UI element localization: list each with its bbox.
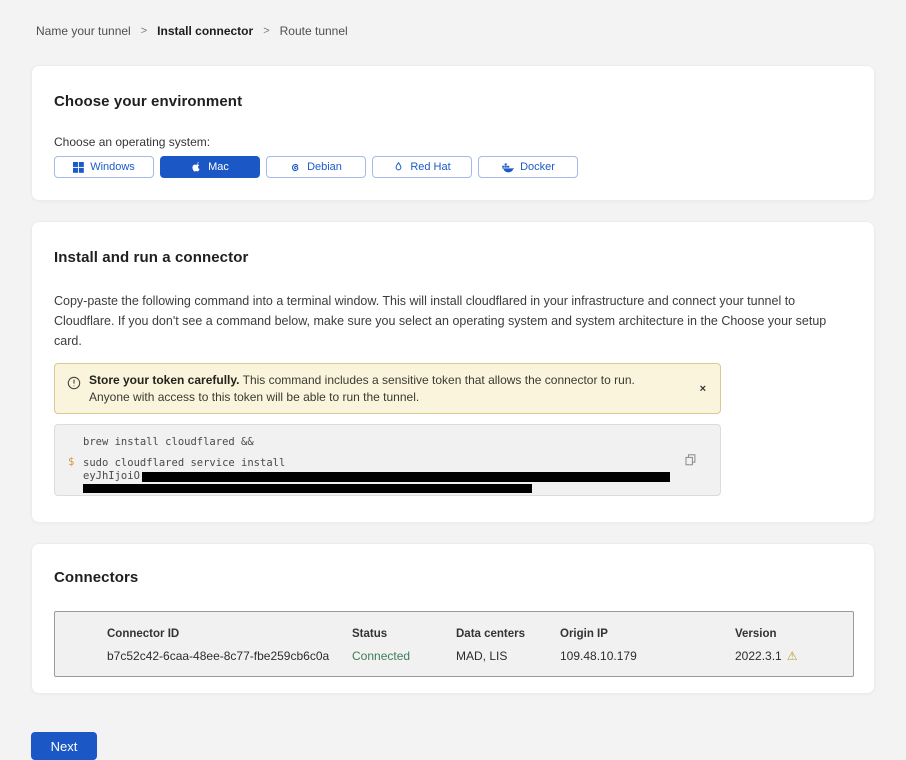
breadcrumb-separator: > xyxy=(141,25,147,37)
environment-card-title: Choose your environment xyxy=(54,92,852,111)
warning-triangle-icon: ⚠ xyxy=(787,650,798,662)
choose-environment-card: Choose your environment Choose an operat… xyxy=(31,65,875,201)
column-header-origin-ip: Origin IP xyxy=(560,628,735,640)
docker-logo-icon xyxy=(501,162,514,173)
column-header-data-centers: Data centers xyxy=(456,628,560,640)
connector-id-value: b7c52c42-6caa-48ee-8c77-fbe259cb6c0a xyxy=(107,649,352,663)
connectors-table: Connector ID Status Data centers Origin … xyxy=(54,611,854,677)
os-button-label: Red Hat xyxy=(410,161,450,173)
install-instructions: Copy-paste the following command into a … xyxy=(54,291,852,351)
next-button[interactable]: Next xyxy=(31,732,97,760)
data-centers-value: MAD, LIS xyxy=(456,649,560,663)
column-header-version: Version xyxy=(735,628,853,640)
token-warning-text: Store your token carefully. This command… xyxy=(89,372,677,405)
version-number: 2022.3.1 xyxy=(735,649,782,663)
os-button-mac[interactable]: Mac xyxy=(160,156,260,178)
breadcrumb-separator: > xyxy=(263,25,269,37)
version-value: 2022.3.1 ⚠ xyxy=(735,649,853,663)
alert-circle-icon xyxy=(67,376,81,395)
os-button-label: Mac xyxy=(208,161,229,173)
tunnel-setup-page: Name your tunnel > Install connector > R… xyxy=(0,0,906,740)
install-card-title: Install and run a connector xyxy=(54,248,852,267)
apple-logo-icon xyxy=(191,161,202,174)
connectors-card: Connectors Connector ID Status Data cent… xyxy=(31,543,875,694)
os-select-label: Choose an operating system: xyxy=(54,135,852,149)
token-warning-title: Store your token carefully. xyxy=(89,373,240,387)
install-command-code-block[interactable]: $ brew install cloudflared && sudo cloud… xyxy=(54,424,721,496)
windows-logo-icon xyxy=(73,162,84,173)
shell-prompt: $ xyxy=(68,456,74,469)
breadcrumb-step-route-tunnel[interactable]: Route tunnel xyxy=(280,24,348,38)
install-connector-card: Install and run a connector Copy-paste t… xyxy=(31,221,875,523)
breadcrumb-step-install-connector[interactable]: Install connector xyxy=(157,24,253,38)
command-line-1: brew install cloudflared && xyxy=(83,436,720,449)
copy-icon[interactable] xyxy=(683,452,698,471)
token-prefix: eyJhIjoiO xyxy=(83,470,140,483)
column-header-connector-id: Connector ID xyxy=(107,628,352,640)
origin-ip-value: 109.48.10.179 xyxy=(560,649,735,663)
column-header-status: Status xyxy=(352,628,456,640)
os-button-label: Debian xyxy=(307,161,342,173)
table-row: b7c52c42-6caa-48ee-8c77-fbe259cb6c0a Con… xyxy=(107,649,853,663)
os-button-windows[interactable]: Windows xyxy=(54,156,154,178)
os-button-docker[interactable]: Docker xyxy=(478,156,578,178)
redacted-token-bar xyxy=(142,472,670,482)
connectors-card-title: Connectors xyxy=(54,568,852,587)
redacted-token-bar xyxy=(83,484,532,493)
os-button-debian[interactable]: Debian xyxy=(266,156,366,178)
breadcrumb-step-name-your-tunnel[interactable]: Name your tunnel xyxy=(36,24,131,38)
connectors-table-header: Connector ID Status Data centers Origin … xyxy=(107,628,853,640)
debian-logo-icon xyxy=(290,162,301,173)
command-line-2: sudo cloudflared service install xyxy=(83,457,720,470)
os-button-group: Windows Mac Debian xyxy=(54,156,852,178)
os-button-redhat[interactable]: Red Hat xyxy=(372,156,472,178)
breadcrumb: Name your tunnel > Install connector > R… xyxy=(0,0,906,38)
close-icon[interactable]: × xyxy=(696,381,710,397)
token-warning-banner: Store your token carefully. This command… xyxy=(54,363,721,414)
os-button-label: Docker xyxy=(520,161,555,173)
token-line: eyJhIjoiO xyxy=(83,470,720,483)
os-button-label: Windows xyxy=(90,161,135,173)
redhat-logo-icon xyxy=(393,161,404,173)
status-badge: Connected xyxy=(352,649,456,663)
